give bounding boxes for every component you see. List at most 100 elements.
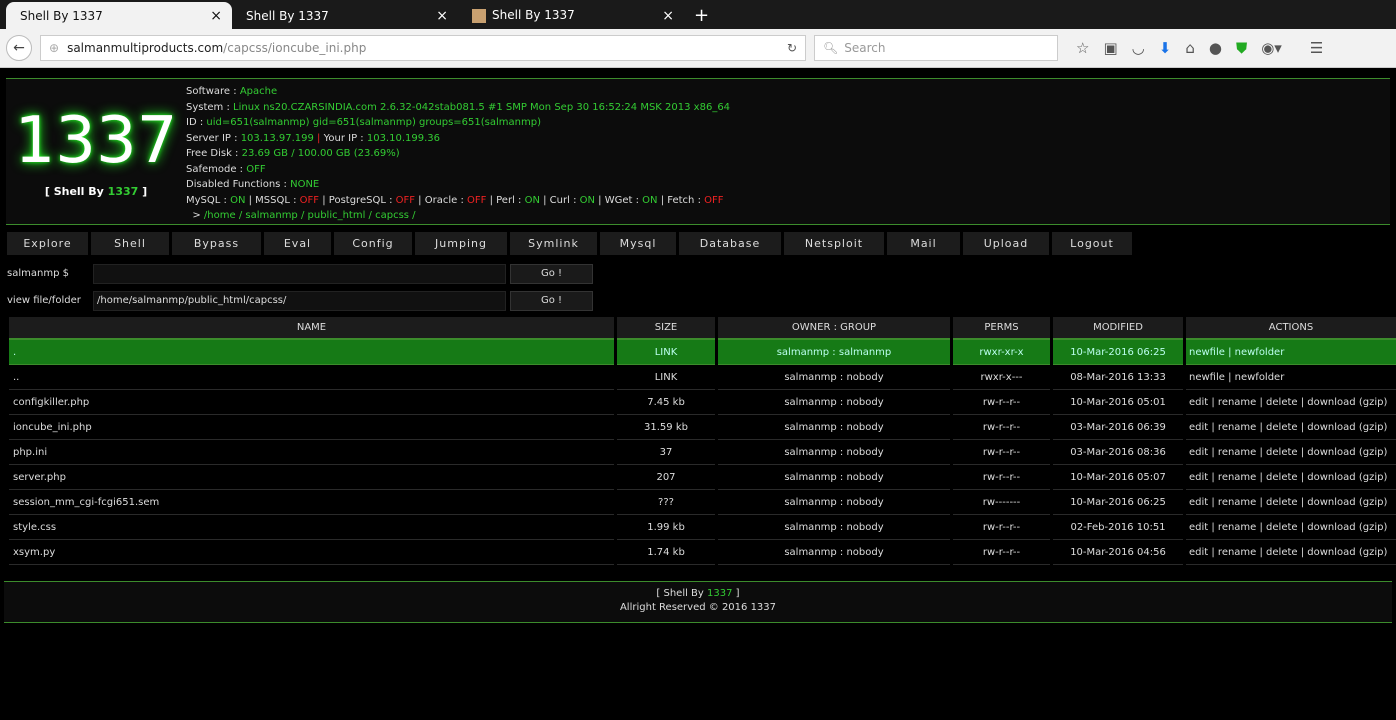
footer: [ Shell By 1337 ] Allright Reserved © 20… (4, 581, 1392, 623)
disabled-functions: NONE (290, 179, 320, 190)
tab-title: Shell By 1337 (492, 8, 575, 23)
file-actions[interactable]: edit | rename | delete | download (gzip) (1186, 390, 1396, 415)
system: Linux ns20.CZARSINDIA.com 2.6.32-042stab… (233, 101, 731, 113)
column-header[interactable]: OWNER : GROUP (718, 317, 950, 340)
menu-mail[interactable]: Mail (887, 232, 960, 255)
view-path-input[interactable] (93, 290, 506, 311)
file-name[interactable]: configkiller.php (9, 390, 614, 415)
file-actions[interactable]: edit | rename | delete | download (gzip) (1186, 440, 1396, 465)
menu-shell[interactable]: Shell (91, 232, 169, 255)
command-go-button[interactable]: Go ! (510, 263, 593, 284)
pocket-icon[interactable]: ◡ (1132, 39, 1145, 57)
file-modified: 03-Mar-2016 06:39 (1053, 415, 1183, 440)
table-row[interactable]: . LINK salmanmp : salmanmp rwxr-xr-x 10-Mar-… (9, 340, 1396, 365)
file-actions[interactable]: edit | rename | delete | download (gzip) (1186, 490, 1396, 515)
file-perms: rw-r--r-- (953, 465, 1050, 490)
clipboard-icon[interactable]: ▣ (1103, 39, 1117, 57)
current-path[interactable]: /home / salmanmp / public_html / capcss … (204, 210, 416, 221)
chat-icon[interactable]: ● (1209, 39, 1222, 57)
file-name[interactable]: php.ini (9, 440, 614, 465)
addon-icon[interactable]: ◉▾ (1261, 39, 1282, 57)
menu-upload[interactable]: Upload (963, 232, 1049, 255)
file-name[interactable]: .. (9, 365, 614, 390)
file-name[interactable]: ioncube_ini.php (9, 415, 614, 440)
file-perms: rwxr-x--- (953, 365, 1050, 390)
file-owner: salmanmp : nobody (718, 440, 950, 465)
file-perms: rw-r--r-- (953, 515, 1050, 540)
table-row[interactable]: ioncube_ini.php 31.59 kb salmanmp : nobody… (9, 415, 1396, 440)
menu-eval[interactable]: Eval (264, 232, 331, 255)
menu-database[interactable]: Database (679, 232, 781, 255)
file-actions[interactable]: newfile | newfolder (1186, 365, 1396, 390)
file-size: 7.45 kb (617, 390, 715, 415)
feature-postgresql: | PostgreSQL : OFF (319, 194, 415, 206)
menu-config[interactable]: Config (334, 232, 412, 255)
favicon-icon (472, 8, 486, 23)
file-size: 1.74 kb (617, 540, 715, 565)
back-button[interactable]: ← (6, 35, 32, 61)
shield-icon[interactable]: ⛊ (1236, 39, 1247, 57)
table-row[interactable]: .. LINK salmanmp : nobody rwxr-x--- 08-Mar-2… (9, 365, 1396, 390)
file-actions[interactable]: edit | rename | delete | download (gzip) (1186, 465, 1396, 490)
download-icon[interactable]: ⬇ (1159, 39, 1172, 57)
menu-netsploit[interactable]: Netsploit (784, 232, 884, 255)
table-row[interactable]: configkiller.php 7.45 kb salmanmp : nobody… (9, 390, 1396, 415)
tab-title: Shell By 1337 (20, 8, 103, 23)
logo: 1337 (14, 104, 178, 178)
table-row[interactable]: server.php 207 salmanmp : nobody rw-r--r-- 1… (9, 465, 1396, 490)
file-name[interactable]: session_mm_cgi-fcgi651.sem (9, 490, 614, 515)
search-input[interactable]: 🔍︎ Search (814, 35, 1058, 61)
column-header[interactable]: SIZE (617, 317, 715, 340)
view-go-button[interactable]: Go ! (510, 290, 593, 311)
close-icon[interactable]: × (436, 8, 448, 24)
command-label: salmanmp $ (7, 268, 69, 279)
column-header[interactable]: ACTIONS (1186, 317, 1396, 340)
close-icon[interactable]: × (210, 8, 222, 24)
file-name[interactable]: server.php (9, 465, 614, 490)
file-actions[interactable]: edit | rename | delete | download (gzip) (1186, 540, 1396, 565)
browser-tab[interactable]: Shell By 1337 × (232, 2, 458, 29)
main-menu: Explore Shell Bypass Eval Config Jumping Symli… (7, 232, 1396, 255)
browser-tab[interactable]: Shell By 1337 × (6, 2, 232, 29)
url-bar[interactable]: ⊕ salmanmultiproducts.com/capcss/ioncube_… (40, 35, 806, 61)
file-actions[interactable]: newfile | newfolder (1186, 340, 1396, 365)
table-row[interactable]: php.ini 37 salmanmp : nobody rw-r--r-- 03-Ma… (9, 440, 1396, 465)
close-icon[interactable]: × (662, 8, 674, 24)
file-owner: salmanmp : nobody (718, 390, 950, 415)
menu-symlink[interactable]: Symlink (510, 232, 597, 255)
file-owner: salmanmp : nobody (718, 490, 950, 515)
file-name[interactable]: xsym.py (9, 540, 614, 565)
table-row[interactable]: style.css 1.99 kb salmanmp : nobody rw-r--r… (9, 515, 1396, 540)
menu-logout[interactable]: Logout (1052, 232, 1132, 255)
menu-icon[interactable]: ☰ (1310, 39, 1323, 57)
file-actions[interactable]: edit | rename | delete | download (gzip) (1186, 415, 1396, 440)
file-perms: rw-r--r-- (953, 390, 1050, 415)
file-modified: 10-Mar-2016 05:01 (1053, 390, 1183, 415)
free-disk: 23.69 GB / 100.00 GB (23.69%) (241, 148, 400, 159)
menu-jumping[interactable]: Jumping (415, 232, 507, 255)
file-name[interactable]: style.css (9, 515, 614, 540)
browser-tab[interactable]: Shell By 1337 × (458, 2, 684, 29)
feature-mssql: | MSSQL : OFF (245, 194, 320, 206)
search-placeholder: Search (844, 41, 886, 55)
command-input[interactable] (93, 263, 506, 284)
new-tab-button[interactable]: + (684, 2, 719, 29)
reload-icon[interactable]: ↻ (787, 41, 797, 55)
file-perms: rwxr-xr-x (953, 340, 1050, 365)
file-modified: 10-Mar-2016 06:25 (1053, 490, 1183, 515)
bookmark-star-icon[interactable]: ☆ (1076, 39, 1089, 57)
menu-bypass[interactable]: Bypass (172, 232, 261, 255)
your-ip: 103.10.199.36 (366, 132, 441, 144)
column-header[interactable]: MODIFIED (1053, 317, 1183, 340)
tab-bar: Shell By 1337 × Shell By 1337 × Shell By 1… (0, 0, 1396, 29)
menu-explore[interactable]: Explore (7, 232, 88, 255)
column-header[interactable]: PERMS (953, 317, 1050, 340)
home-icon[interactable]: ⌂ (1185, 39, 1195, 57)
column-header[interactable]: NAME (9, 317, 614, 340)
table-row[interactable]: session_mm_cgi-fcgi651.sem??? salmanmp : … (9, 490, 1396, 515)
nav-bar: ← ⊕ salmanmultiproducts.com/capcss/ioncub… (0, 29, 1396, 68)
file-actions[interactable]: edit | rename | delete | download (gzip) (1186, 515, 1396, 540)
table-row[interactable]: xsym.py 1.74 kb salmanmp : nobody rw-r--r--… (9, 540, 1396, 565)
file-name[interactable]: . (9, 340, 614, 365)
menu-mysql[interactable]: Mysql (600, 232, 676, 255)
